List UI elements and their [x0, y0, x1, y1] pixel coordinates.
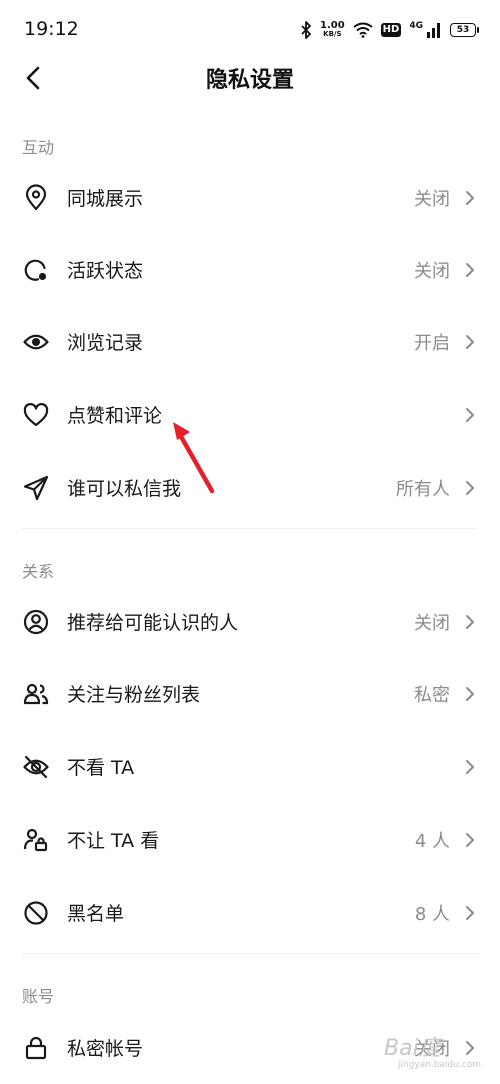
chevron-right-icon [466, 833, 474, 847]
row-following-followers[interactable]: 关注与粉丝列表 私密 [0, 658, 500, 730]
row-value: 4 人 [414, 831, 450, 852]
chevron-right-icon [466, 191, 474, 205]
row-hide-their-posts[interactable]: 不看 TA [0, 731, 500, 803]
row-label: 不看 TA [67, 757, 135, 779]
chevron-right-icon [466, 481, 474, 495]
row-label: 私密帐号 [67, 1038, 144, 1060]
row-label: 黑名单 [67, 903, 125, 925]
network-type: 4G [409, 21, 423, 31]
row-who-can-message[interactable]: 谁可以私信我 所有人 [0, 452, 500, 524]
row-label: 点赞和评论 [67, 405, 163, 427]
heart-icon [23, 403, 49, 427]
row-value: 私密 [414, 685, 450, 706]
chevron-right-icon [466, 687, 474, 701]
status-icons: 1.00 KB/S HD 4G 53 [300, 18, 479, 42]
row-label: 谁可以私信我 [67, 478, 182, 500]
section-divider [22, 953, 478, 954]
row-label: 活跃状态 [67, 260, 144, 282]
location-pin-icon [25, 184, 47, 211]
row-recommend-to-acquaintances[interactable]: 推荐给可能认识的人 关闭 [0, 586, 500, 658]
section-divider [22, 528, 478, 529]
row-browsing-history[interactable]: 浏览记录 开启 [0, 306, 500, 378]
chevron-right-icon [466, 615, 474, 629]
row-value: 关闭 [414, 189, 450, 210]
chevron-right-icon [466, 263, 474, 277]
row-city-display[interactable]: 同城展示 关闭 [0, 162, 500, 234]
network-speed: 1.00 KB/S [319, 20, 345, 39]
user-lock-icon [23, 828, 48, 852]
annotation-arrow-icon [173, 422, 215, 494]
send-icon [23, 475, 49, 501]
page-title: 隐私设置 [205, 68, 294, 93]
battery-icon: 53 [450, 23, 479, 37]
row-hide-my-posts[interactable]: 不让 TA 看 4 人 [0, 804, 500, 876]
row-value: 开启 [414, 333, 450, 354]
bluetooth-icon [301, 21, 311, 39]
wifi-icon [353, 22, 373, 38]
row-label: 浏览记录 [67, 332, 144, 354]
lock-icon [25, 1036, 47, 1060]
chevron-right-icon [466, 1041, 474, 1055]
watermark-logo: Bai度 [384, 1036, 441, 1061]
watermark-url: jingyan.baidu.com [398, 1060, 482, 1070]
row-label: 推荐给可能认识的人 [67, 612, 239, 634]
signal-icon [427, 23, 440, 38]
row-active-status[interactable]: 活跃状态 关闭 [0, 234, 500, 306]
status-time: 19:12 [24, 18, 79, 40]
row-value: 8 人 [414, 904, 450, 925]
section-label-relations: 关系 [22, 562, 55, 581]
row-label: 关注与粉丝列表 [67, 684, 201, 706]
section-label-interaction: 互动 [22, 138, 55, 157]
chevron-right-icon [466, 335, 474, 349]
block-icon [24, 901, 48, 925]
row-label: 不让 TA 看 [67, 830, 160, 852]
chevron-right-icon [466, 760, 474, 774]
users-icon [23, 683, 49, 705]
row-label: 同城展示 [67, 188, 144, 210]
row-value: 所有人 [396, 479, 450, 500]
row-blocklist[interactable]: 黑名单 8 人 [0, 877, 500, 949]
row-value: 关闭 [414, 261, 450, 282]
chevron-right-icon [466, 906, 474, 920]
eye-icon [23, 334, 49, 350]
activity-status-icon [24, 259, 47, 281]
row-value: 关闭 [414, 613, 450, 634]
section-label-account: 账号 [22, 987, 55, 1006]
hd-badge: HD [380, 23, 402, 37]
user-circle-icon [23, 609, 49, 635]
chevron-right-icon [466, 408, 474, 422]
eye-off-icon [23, 755, 49, 779]
row-likes-comments[interactable]: 点赞和评论 [0, 379, 500, 451]
header: 隐私设置 [0, 50, 500, 106]
